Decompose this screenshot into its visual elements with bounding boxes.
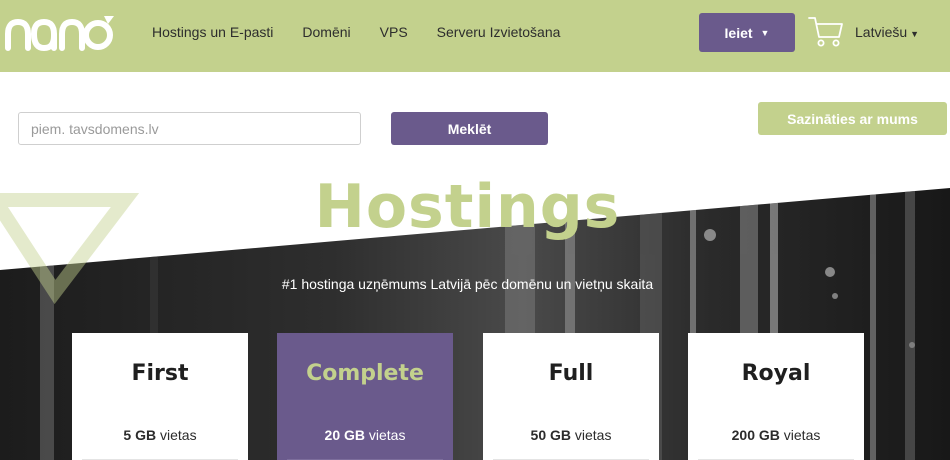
chevron-down-icon: ▼ — [910, 29, 920, 39]
plan-storage-label: vietas — [160, 427, 197, 443]
language-selector[interactable]: Latviešu ▼ — [855, 24, 919, 40]
plan-name: Royal — [741, 361, 811, 386]
language-label: Latviešu — [855, 24, 908, 40]
plan-name: Full — [548, 361, 594, 386]
nav-colocation[interactable]: Serveru Izvietošana — [437, 24, 561, 40]
plan-storage: 5 GB vietas — [72, 427, 248, 443]
plan-storage-value: 20 GB — [324, 427, 365, 443]
plan-storage-label: vietas — [783, 427, 821, 443]
plan-card-royal[interactable]: Royal 200 GB vietas — [688, 333, 864, 460]
shopping-cart-icon[interactable] — [808, 15, 844, 49]
plan-card-complete[interactable]: Complete 20 GB vietas — [277, 333, 453, 460]
login-button[interactable]: Ieiet ▼ — [699, 13, 795, 52]
plan-name: First — [131, 361, 189, 386]
plan-storage: 50 GB vietas — [483, 427, 659, 443]
plan-storage-value: 50 GB — [530, 427, 571, 443]
contact-us-button[interactable]: Sazināties ar mums — [758, 102, 947, 135]
plan-storage-value: 5 GB — [123, 427, 157, 443]
search-button[interactable]: Meklēt — [391, 112, 548, 145]
top-header: nano Hostings un E-pasti Domēni VPS Serv… — [0, 0, 950, 72]
plan-storage: 200 GB vietas — [688, 427, 864, 443]
plan-storage-label: vietas — [368, 427, 406, 443]
login-label: Ieiet — [724, 24, 753, 41]
plan-storage-label: vietas — [574, 427, 612, 443]
plan-storage: 20 GB vietas — [277, 427, 453, 443]
nav-hostings[interactable]: Hostings un E-pasti — [152, 24, 273, 40]
page-title: Hostings — [314, 172, 621, 242]
nav-domains[interactable]: Domēni — [302, 24, 350, 40]
plan-name: Complete — [306, 361, 424, 386]
chevron-down-icon: ▼ — [760, 27, 770, 38]
plan-storage-value: 200 GB — [731, 427, 780, 443]
plan-card-full[interactable]: Full 50 GB vietas — [483, 333, 659, 460]
hero-subtitle: #1 hostinga uzņēmums Latvijā pēc domēnu … — [281, 276, 654, 292]
nano-logo[interactable]: nano — [4, 12, 114, 52]
main-nav: Hostings un E-pasti Domēni VPS Serveru I… — [152, 0, 589, 64]
domain-search-input[interactable] — [18, 112, 361, 145]
nav-vps[interactable]: VPS — [380, 24, 408, 40]
plan-card-first[interactable]: First 5 GB vietas — [72, 333, 248, 460]
